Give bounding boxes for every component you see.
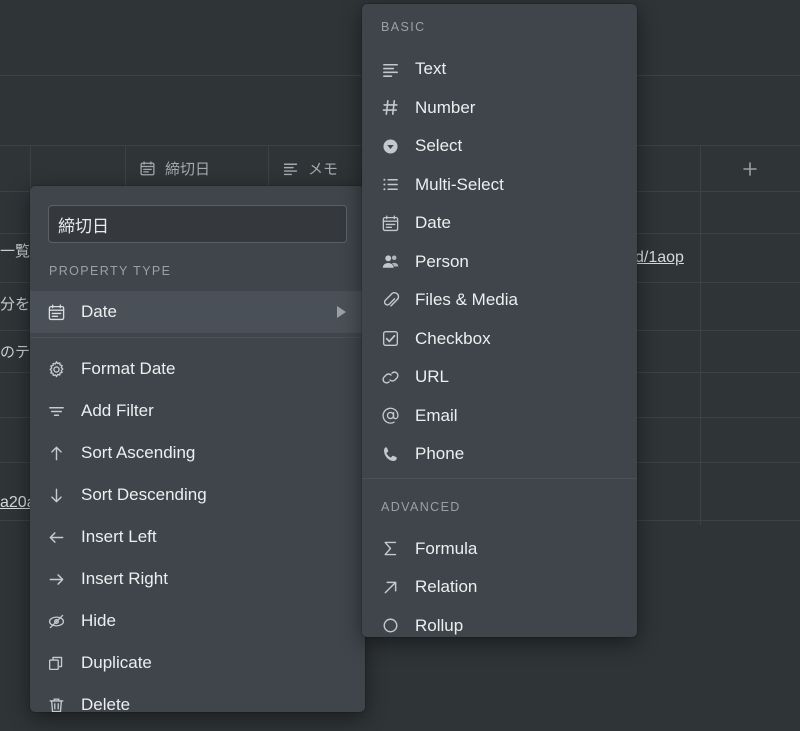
type-item-label: Phone bbox=[415, 444, 465, 464]
arrow-right-icon bbox=[47, 568, 73, 590]
menu-item-label: Insert Left bbox=[81, 527, 157, 546]
property-name-input[interactable] bbox=[48, 205, 347, 243]
select-icon bbox=[381, 135, 407, 157]
menu-item-label: Format Date bbox=[81, 359, 176, 378]
rollup-icon bbox=[381, 615, 407, 637]
type-item-phone[interactable]: Phone bbox=[362, 435, 637, 474]
type-item-multi-select[interactable]: Multi-Select bbox=[362, 166, 637, 205]
arrow-diagonal-icon bbox=[381, 576, 407, 598]
type-item-label: Email bbox=[415, 405, 458, 425]
type-item-date[interactable]: Date bbox=[362, 204, 637, 243]
filter-icon bbox=[47, 400, 73, 422]
type-item-label: Select bbox=[415, 136, 463, 156]
column-header-deadline[interactable]: 締切日 bbox=[125, 146, 268, 191]
property-name-field-wrapper bbox=[30, 186, 365, 243]
person-icon bbox=[381, 251, 407, 273]
property-type-section-label: PROPERTY TYPE bbox=[49, 264, 172, 278]
type-item-checkbox[interactable]: Checkbox bbox=[362, 320, 637, 359]
type-item-label: Number bbox=[415, 97, 476, 117]
property-type-picker-menu: BASIC Text Number Select Multi-Select Da… bbox=[362, 4, 637, 637]
property-actions-list: Format Date Add Filter Sort Ascending So… bbox=[30, 342, 365, 712]
column-header-label: 締切日 bbox=[165, 161, 211, 178]
grid-line bbox=[700, 145, 701, 525]
type-item-label: Formula bbox=[415, 538, 478, 558]
menu-item-add-filter[interactable]: Add Filter bbox=[30, 390, 365, 432]
date-icon bbox=[47, 301, 73, 323]
number-icon bbox=[381, 97, 407, 119]
type-item-label: Text bbox=[415, 59, 447, 79]
menu-item-sort-descending[interactable]: Sort Descending bbox=[30, 474, 365, 516]
type-item-label: Multi-Select bbox=[415, 174, 504, 194]
menu-item-hide[interactable]: Hide bbox=[30, 600, 365, 642]
type-item-email[interactable]: Email bbox=[362, 397, 637, 436]
menu-divider bbox=[30, 337, 365, 338]
type-item-text[interactable]: Text bbox=[362, 50, 637, 89]
menu-item-delete[interactable]: Delete bbox=[30, 684, 365, 712]
phone-icon bbox=[381, 443, 407, 465]
type-item-label: Relation bbox=[415, 577, 478, 597]
eye-off-icon bbox=[47, 610, 73, 632]
table-cell-link[interactable]: d/1aop bbox=[635, 249, 684, 267]
multi-select-icon bbox=[381, 174, 407, 196]
menu-divider bbox=[362, 477, 637, 479]
menu-item-label: Sort Descending bbox=[81, 485, 207, 504]
property-type-current-row[interactable]: Date bbox=[30, 291, 365, 333]
type-item-relation[interactable]: Relation bbox=[362, 568, 637, 607]
menu-item-label: Hide bbox=[81, 611, 116, 630]
menu-item-insert-right[interactable]: Insert Right bbox=[30, 558, 365, 600]
menu-item-label: Sort Ascending bbox=[81, 443, 196, 462]
chevron-right-icon bbox=[337, 306, 346, 318]
type-item-files-media[interactable]: Files & Media bbox=[362, 281, 637, 320]
table-cell[interactable]: 分を bbox=[0, 293, 30, 314]
arrow-left-icon bbox=[47, 526, 73, 548]
gear-icon bbox=[47, 358, 73, 380]
type-item-label: Checkbox bbox=[415, 328, 491, 348]
type-item-label: Date bbox=[415, 213, 451, 233]
trash-icon bbox=[47, 694, 73, 712]
text-icon bbox=[282, 160, 299, 177]
type-item-select[interactable]: Select bbox=[362, 127, 637, 166]
at-icon bbox=[381, 405, 407, 427]
property-type-label: Date bbox=[81, 302, 117, 321]
paperclip-icon bbox=[381, 289, 407, 311]
type-item-label: Files & Media bbox=[415, 290, 518, 310]
menu-item-label: Add Filter bbox=[81, 401, 154, 420]
type-item-label: URL bbox=[415, 367, 450, 387]
link-icon bbox=[381, 366, 407, 388]
menu-item-duplicate[interactable]: Duplicate bbox=[30, 642, 365, 684]
arrow-up-icon bbox=[47, 442, 73, 464]
property-edit-menu: PROPERTY TYPE Date Format Date bbox=[30, 186, 365, 712]
text-icon bbox=[381, 58, 407, 80]
sigma-icon bbox=[381, 538, 407, 560]
type-item-url[interactable]: URL bbox=[362, 358, 637, 397]
table-cell[interactable]: 一覧 bbox=[0, 240, 30, 261]
menu-item-format-date[interactable]: Format Date bbox=[30, 348, 365, 390]
table-cell[interactable]: のテ bbox=[0, 341, 30, 362]
type-item-label: Rollup bbox=[415, 615, 464, 635]
date-icon bbox=[381, 212, 407, 234]
date-icon bbox=[139, 160, 156, 177]
menu-item-insert-left[interactable]: Insert Left bbox=[30, 516, 365, 558]
advanced-section-label: ADVANCED bbox=[381, 499, 461, 514]
basic-section-label: BASIC bbox=[381, 20, 426, 34]
type-item-number[interactable]: Number bbox=[362, 89, 637, 128]
type-item-label: Person bbox=[415, 251, 469, 271]
menu-item-sort-ascending[interactable]: Sort Ascending bbox=[30, 432, 365, 474]
menu-item-label: Insert Right bbox=[81, 569, 168, 588]
type-item-person[interactable]: Person bbox=[362, 243, 637, 282]
add-column-button[interactable] bbox=[700, 146, 800, 191]
column-header-label: メモ bbox=[308, 161, 339, 178]
type-item-formula[interactable]: Formula bbox=[362, 530, 637, 569]
menu-item-label: Delete bbox=[81, 695, 131, 712]
menu-item-label: Duplicate bbox=[81, 653, 152, 672]
type-item-rollup[interactable]: Rollup bbox=[362, 607, 637, 638]
arrow-down-icon bbox=[47, 484, 73, 506]
checkbox-icon bbox=[381, 328, 407, 350]
duplicate-icon bbox=[47, 652, 73, 674]
